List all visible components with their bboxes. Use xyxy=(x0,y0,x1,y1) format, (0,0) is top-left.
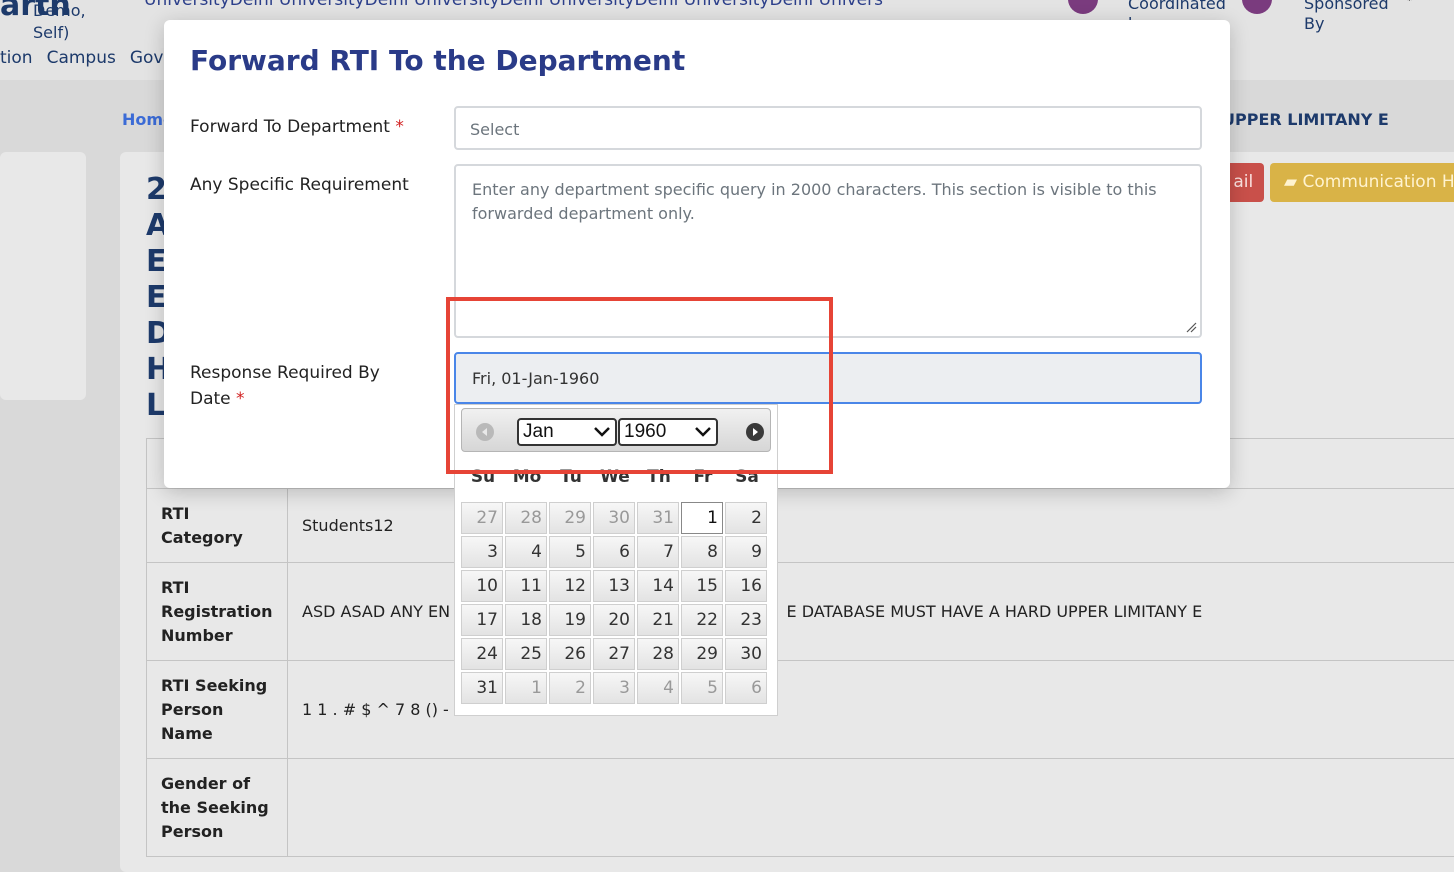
chevron-down-icon xyxy=(694,426,712,438)
day-cell[interactable]: 23 xyxy=(725,604,767,636)
day-cell[interactable]: 31 xyxy=(637,502,679,534)
day-cell[interactable]: 27 xyxy=(593,638,635,670)
day-cell[interactable]: 2 xyxy=(549,672,591,704)
day-cell[interactable]: 30 xyxy=(593,502,635,534)
day-cell[interactable]: 12 xyxy=(549,570,591,602)
weekday-label: Fr xyxy=(681,467,725,487)
specific-requirement-textarea[interactable]: Enter any department specific query in 2… xyxy=(454,164,1202,338)
day-cell[interactable]: 9 xyxy=(725,536,767,568)
weekday-label: Mo xyxy=(505,467,549,487)
day-cell[interactable]: 31 xyxy=(461,672,503,704)
forward-department-select[interactable]: Select xyxy=(454,106,1202,150)
day-cell[interactable]: 28 xyxy=(637,638,679,670)
weekday-label: Th xyxy=(637,467,681,487)
weekday-label: Tu xyxy=(549,467,593,487)
day-cell[interactable]: 6 xyxy=(725,672,767,704)
resize-handle-icon[interactable] xyxy=(1185,321,1197,333)
day-cell[interactable]: 16 xyxy=(725,570,767,602)
day-cell[interactable]: 29 xyxy=(549,502,591,534)
day-cell[interactable]: 11 xyxy=(505,570,547,602)
required-marker: * xyxy=(236,389,245,409)
day-cell[interactable]: 18 xyxy=(505,604,547,636)
day-cell[interactable]: 27 xyxy=(461,502,503,534)
datepicker: Jan 1960 SuMoTuWeThFrSa 2728293031123456… xyxy=(454,404,778,716)
day-cell[interactable]: 15 xyxy=(681,570,723,602)
day-cell[interactable]: 21 xyxy=(637,604,679,636)
weekday-label: Sa xyxy=(725,467,769,487)
next-month-icon[interactable] xyxy=(746,423,764,441)
day-cell[interactable]: 20 xyxy=(593,604,635,636)
day-cell[interactable]: 8 xyxy=(681,536,723,568)
day-cell[interactable]: 22 xyxy=(681,604,723,636)
day-cell[interactable]: 4 xyxy=(637,672,679,704)
day-cell[interactable]: 2 xyxy=(725,502,767,534)
required-marker: * xyxy=(395,117,404,137)
forward-department-label: Forward To Department * xyxy=(190,114,404,140)
day-cell[interactable]: 3 xyxy=(593,672,635,704)
day-cell[interactable]: 19 xyxy=(549,604,591,636)
day-cell[interactable]: 1 xyxy=(681,502,723,534)
day-cell[interactable]: 29 xyxy=(681,638,723,670)
day-cell[interactable]: 24 xyxy=(461,638,503,670)
day-cell[interactable]: 28 xyxy=(505,502,547,534)
day-cell[interactable]: 6 xyxy=(593,536,635,568)
weekday-label: Su xyxy=(461,467,505,487)
response-date-input[interactable]: Fri, 01-Jan-1960 xyxy=(454,352,1202,404)
day-cell[interactable]: 30 xyxy=(725,638,767,670)
specific-requirement-label: Any Specific Requirement xyxy=(190,172,409,198)
chevron-down-icon xyxy=(593,426,611,438)
day-cell[interactable]: 4 xyxy=(505,536,547,568)
day-cell[interactable]: 13 xyxy=(593,570,635,602)
day-cell[interactable]: 10 xyxy=(461,570,503,602)
year-select[interactable]: 1960 xyxy=(618,418,718,446)
month-select[interactable]: Jan xyxy=(517,418,617,446)
response-date-label: Response Required By Date * xyxy=(190,360,420,412)
day-cell[interactable]: 7 xyxy=(637,536,679,568)
day-cell[interactable]: 14 xyxy=(637,570,679,602)
day-cell[interactable]: 5 xyxy=(549,536,591,568)
day-cell[interactable]: 25 xyxy=(505,638,547,670)
day-cell[interactable]: 17 xyxy=(461,604,503,636)
day-cell[interactable]: 5 xyxy=(681,672,723,704)
day-cell[interactable]: 1 xyxy=(505,672,547,704)
day-cell[interactable]: 26 xyxy=(549,638,591,670)
weekday-label: We xyxy=(593,467,637,487)
prev-month-icon[interactable] xyxy=(476,423,494,441)
datepicker-header: Jan 1960 xyxy=(461,408,771,452)
day-cell[interactable]: 3 xyxy=(461,536,503,568)
modal-title: Forward RTI To the Department xyxy=(190,44,685,77)
